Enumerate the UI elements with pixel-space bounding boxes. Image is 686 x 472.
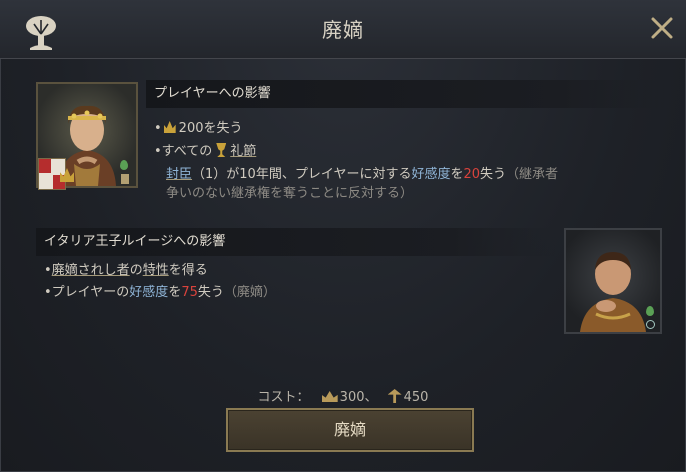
player-effect-courtesy: •すべての 礼節 [154,143,257,159]
opinion-label: 好感度 [411,167,451,182]
window-title: 廃嫡 [322,18,364,42]
player-effects-header: プレイヤーへの影響 [146,80,666,108]
cost-row: コスト： 300、 450 [0,386,686,405]
vassals-reason-end: 争いのない継承権を奪うことに反対する） [166,186,414,201]
heir-faith-icon [646,306,654,316]
vassals-text: （1）が10年間、プレイヤーに対する [192,167,412,182]
heir-status-icon [646,320,655,329]
heir-effect-trait: •廃嫡されし者の特性を得る [44,263,208,278]
rank-icon [121,174,129,184]
vassals-particle: を [450,167,464,182]
disinherit-button[interactable]: 廃嫡 [226,408,474,452]
vassals-reason-start: （継承者 [506,167,559,182]
courtesy-link[interactable]: 礼節 [230,144,256,159]
heir-opinion-loss: 失う [197,285,224,300]
trait-gain-text: を得る [168,263,208,278]
coat-of-arms-icon[interactable] [38,158,66,190]
heir-portrait[interactable] [564,228,662,334]
prestige-loss-text: を失う [203,121,243,136]
faith-icon [120,160,128,170]
prestige-icon [163,121,176,133]
window-header: 廃嫡 [0,0,686,59]
heir-effects-header: イタリア王子ルイージへの影響 [36,228,556,256]
vassals-opinion-value: 20 [463,167,481,182]
heir-opinion-label: 好感度 [129,285,169,300]
player-effects-title: プレイヤーへの影響 [154,86,271,101]
heir-opinion-value: 75 [181,285,198,300]
heir-avatar [580,252,646,332]
trait-particle: の [129,263,143,278]
prestige-cost-icon [321,391,338,402]
cost-label: コスト： [257,390,310,405]
prestige-loss-value: 200 [178,121,204,136]
player-effect-vassals: 封臣（1）が10年間、プレイヤーに対する好感度を20失う（継承者 [166,166,558,184]
disinherit-button-label: 廃嫡 [333,420,366,439]
heir-effect-opinion: •プレイヤーの好感度を75失う（廃嫡） [44,285,276,300]
vassals-link[interactable]: 封臣 [166,167,192,182]
disinherited-trait-link[interactable]: 廃嫡されし者 [52,263,130,278]
piety-cost-icon [387,389,402,403]
player-effect-vassals-reason: 争いのない継承権を奪うことに反対する） [166,185,413,203]
player-effect-prestige: • 200を失う [154,121,243,136]
courtesy-prefix: すべての [161,144,213,159]
prestige-cost-value: 300、 [339,390,378,405]
close-icon[interactable] [646,12,678,44]
heir-opinion-particle: を [168,285,182,300]
chalice-icon [216,143,227,157]
heir-effects-title: イタリア王子ルイージへの影響 [44,234,226,249]
heir-opinion-reason: （廃嫡） [223,285,276,300]
disinherit-window: 廃嫡 プレイヤーへの影響 • 200を失う •すべての 礼節 封臣（1）が10年間、… [0,0,686,472]
trait-link[interactable]: 特性 [143,263,169,278]
heir-opinion-target: プレイヤーの [51,285,130,300]
piety-cost-value: 450 [403,390,429,405]
vassals-loss-text: 失う [480,167,507,182]
